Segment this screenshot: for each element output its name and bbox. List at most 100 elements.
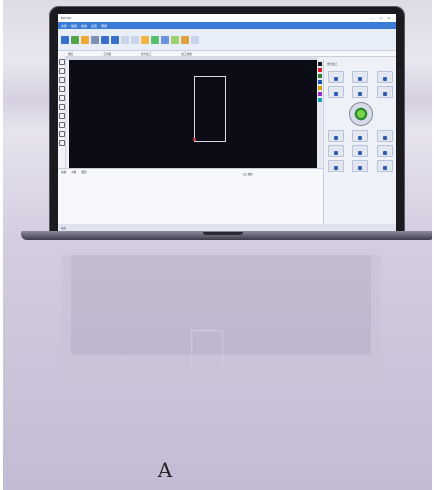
laser-control-panel: 激光加工 xyxy=(323,60,396,232)
jog-dial[interactable] xyxy=(348,102,373,126)
image-tool-icon[interactable] xyxy=(58,122,65,128)
laser-header[interactable]: 激光加工 xyxy=(141,52,151,56)
text-tool-icon[interactable] xyxy=(58,104,65,110)
tab-system[interactable]: 系统 xyxy=(61,170,66,174)
laptop-mockup: EzCAD — □ ✕ 文件 编辑 绘制 设置 帮助 图层 工具箱 激光加工 加… xyxy=(49,6,405,236)
light-icon[interactable] xyxy=(141,35,149,44)
app-titlebar: EzCAD — □ ✕ xyxy=(58,14,396,22)
toolbox-header[interactable]: 工具箱 xyxy=(103,52,111,56)
zoom-icon[interactable] xyxy=(131,35,139,44)
frame-button[interactable] xyxy=(328,71,345,83)
left-toolbar xyxy=(58,56,66,168)
menu-help[interactable]: 帮助 xyxy=(101,24,107,28)
focus-button[interactable] xyxy=(328,160,345,172)
download-button[interactable] xyxy=(376,86,393,98)
tab-layer[interactable]: 图层 xyxy=(81,170,86,174)
color-swatch[interactable] xyxy=(317,86,322,90)
color-swatch[interactable] xyxy=(317,62,322,66)
figure-label: A xyxy=(157,458,173,482)
arrow-down-icon xyxy=(358,136,363,140)
start-icon xyxy=(358,77,363,81)
node-tool-icon[interactable] xyxy=(58,131,65,137)
menu-settings[interactable]: 设置 xyxy=(91,24,97,28)
light-button[interactable] xyxy=(376,145,393,157)
color-swatch[interactable] xyxy=(317,98,322,102)
arrow-left-icon xyxy=(382,136,387,140)
line-tool-icon[interactable] xyxy=(58,68,65,74)
color-swatch[interactable] xyxy=(317,92,322,96)
process-params: 加工参数 xyxy=(243,172,321,222)
color-swatch[interactable] xyxy=(317,80,322,84)
fill-icon[interactable] xyxy=(171,35,179,44)
down-button[interactable] xyxy=(352,130,369,142)
app-title: EzCAD xyxy=(61,16,71,20)
params-title: 加工参数 xyxy=(243,173,253,176)
redo-icon[interactable] xyxy=(111,35,119,44)
mark-icon[interactable] xyxy=(151,35,159,44)
reflection-frame xyxy=(191,330,223,372)
text-icon[interactable] xyxy=(181,35,189,44)
cut-button[interactable] xyxy=(352,160,369,172)
print-icon[interactable] xyxy=(91,35,99,44)
light-icon xyxy=(382,151,387,155)
up-button[interactable] xyxy=(328,130,345,142)
work-frame[interactable] xyxy=(194,76,226,142)
stop-icon xyxy=(334,92,339,96)
laptop-screen: EzCAD — □ ✕ 文件 编辑 绘制 设置 帮助 图层 工具箱 激光加工 加… xyxy=(58,14,396,232)
color-swatch[interactable] xyxy=(317,68,322,72)
color-palette xyxy=(317,60,322,168)
measure-tool-icon[interactable] xyxy=(58,140,65,146)
frame-icon xyxy=(334,77,339,81)
menu-edit[interactable]: 编辑 xyxy=(71,24,77,28)
toolbar-ribbon xyxy=(58,29,396,51)
screen-reflection xyxy=(61,255,381,395)
pointer-icon[interactable] xyxy=(58,59,65,65)
minimize-button[interactable]: — xyxy=(369,16,377,20)
arrow-up-icon xyxy=(334,136,339,140)
reset-icon xyxy=(358,151,363,155)
cut-icon xyxy=(358,166,363,170)
menu-bar: 文件 编辑 绘制 设置 帮助 xyxy=(58,22,396,29)
right-button[interactable] xyxy=(328,145,345,157)
close-button[interactable]: ✕ xyxy=(385,16,393,20)
layer-icon[interactable] xyxy=(161,35,169,44)
open-file-icon[interactable] xyxy=(71,35,79,44)
design-canvas[interactable] xyxy=(69,60,317,168)
maximize-button[interactable]: □ xyxy=(377,16,385,20)
focus-icon xyxy=(334,166,339,170)
params-header[interactable]: 加工参数 xyxy=(181,52,191,56)
home-icon xyxy=(358,92,363,96)
tab-object[interactable]: 对象 xyxy=(71,170,76,174)
bottom-panel: 系统 对象 图层 加工参数 xyxy=(58,168,323,225)
start-button[interactable] xyxy=(352,71,369,83)
select-icon[interactable] xyxy=(121,35,129,44)
polygon-tool-icon[interactable] xyxy=(58,95,65,101)
panel-title: 激光加工 xyxy=(327,63,338,66)
laptop-notch xyxy=(203,232,243,235)
new-file-icon[interactable] xyxy=(61,35,69,44)
align-icon[interactable] xyxy=(191,35,199,44)
download-icon xyxy=(382,92,387,96)
reset-button[interactable] xyxy=(352,145,369,157)
menu-draw[interactable]: 绘制 xyxy=(81,24,87,28)
barcode-tool-icon[interactable] xyxy=(58,113,65,119)
pause-icon xyxy=(382,77,387,81)
work-area: 激光加工 系统 对象 图层 加工参数 就绪 xyxy=(58,56,396,232)
backdrop: EzCAD — □ ✕ 文件 编辑 绘制 设置 帮助 图层 工具箱 激光加工 加… xyxy=(3,0,432,490)
status-text: 就绪 xyxy=(61,227,66,230)
origin-button[interactable] xyxy=(352,86,369,98)
rect-tool-icon[interactable] xyxy=(58,77,65,83)
undo-icon[interactable] xyxy=(101,35,109,44)
circle-tool-icon[interactable] xyxy=(58,86,65,92)
stop-button[interactable] xyxy=(328,86,345,98)
layer-header[interactable]: 图层 xyxy=(68,52,73,56)
move-button[interactable] xyxy=(376,160,393,172)
origin-marker xyxy=(193,138,196,141)
save-icon[interactable] xyxy=(81,35,89,44)
pause-button[interactable] xyxy=(376,71,393,83)
left-button[interactable] xyxy=(376,130,393,142)
arrow-right-icon xyxy=(334,151,339,155)
color-swatch[interactable] xyxy=(317,74,322,78)
move-icon xyxy=(382,166,387,170)
menu-file[interactable]: 文件 xyxy=(61,24,67,28)
